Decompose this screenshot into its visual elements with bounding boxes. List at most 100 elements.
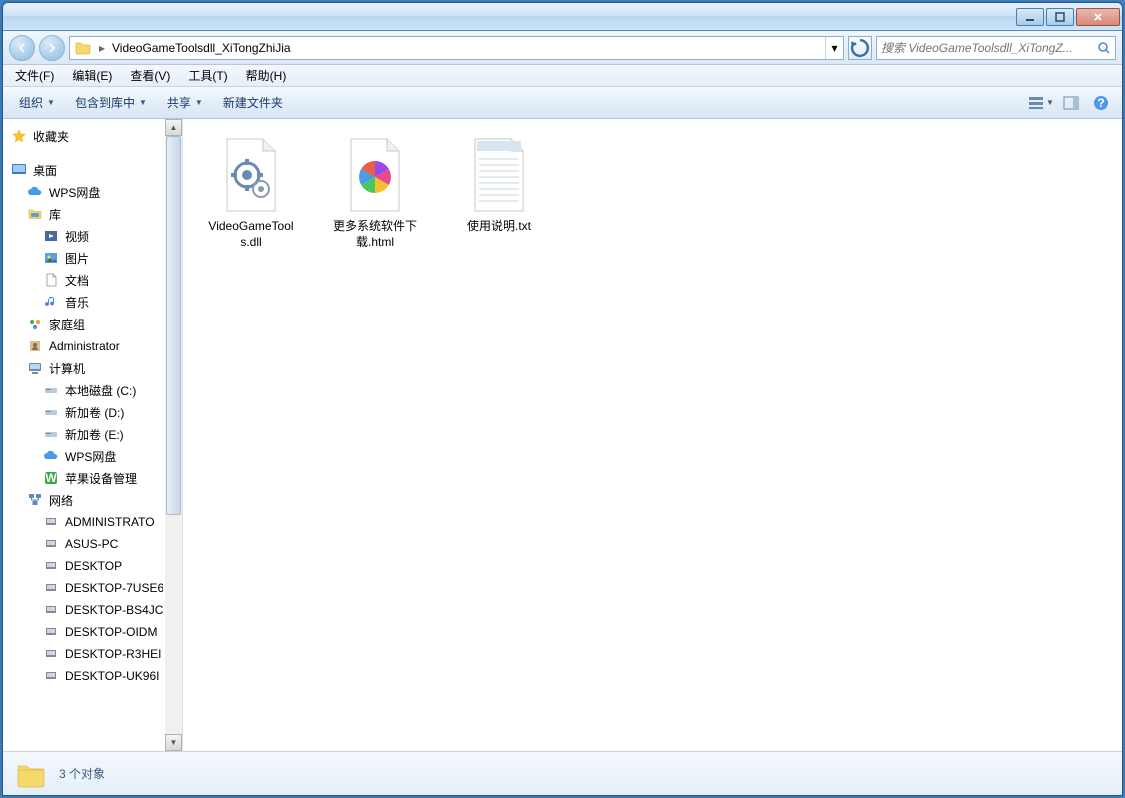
refresh-button[interactable]: [848, 36, 872, 60]
back-button[interactable]: [9, 35, 35, 61]
pc-icon: [43, 536, 59, 552]
menubar: 文件(F) 编辑(E) 查看(V) 工具(T) 帮助(H): [3, 65, 1122, 87]
minimize-button[interactable]: [1016, 8, 1044, 26]
content-area: 收藏夹 桌面 WPS网盘 库 视频: [3, 119, 1122, 751]
sidebar-network-pc[interactable]: DESKTOP: [3, 555, 163, 577]
html-file-icon: [335, 135, 415, 215]
address-dropdown[interactable]: ▾: [825, 37, 843, 59]
breadcrumb-separator[interactable]: ▸: [96, 37, 108, 59]
sidebar-item-label: 本地磁盘 (C:): [65, 382, 136, 399]
sidebar-item-label: WPS网盘: [65, 448, 116, 465]
sidebar-item-label: 家庭组: [49, 316, 85, 333]
sidebar-network-pc[interactable]: DESKTOP-UK96I: [3, 665, 163, 687]
sidebar-item-label: DESKTOP-7USE6: [65, 581, 163, 595]
music-icon: [43, 294, 59, 310]
sidebar-item-label: 库: [49, 206, 61, 223]
sidebar-item-label: DESKTOP-OIDM: [65, 625, 157, 639]
help-button[interactable]: ?: [1088, 91, 1114, 115]
sidebar-item-label: DESKTOP-R3HEI: [65, 647, 161, 661]
pc-icon: [43, 558, 59, 574]
file-item-html[interactable]: 更多系统软件下载.html: [327, 131, 423, 254]
sidebar-item-label: 新加卷 (D:): [65, 404, 124, 421]
sidebar-item-label: 苹果设备管理: [65, 470, 137, 487]
sidebar-network-pc[interactable]: DESKTOP-OIDM: [3, 621, 163, 643]
menu-file[interactable]: 文件(F): [7, 65, 62, 86]
file-item-txt[interactable]: 使用说明.txt: [451, 131, 547, 239]
document-icon: [43, 272, 59, 288]
pc-icon: [43, 514, 59, 530]
navigation-pane: 收藏夹 桌面 WPS网盘 库 视频: [3, 119, 183, 751]
pc-icon: [43, 668, 59, 684]
sidebar-item-network[interactable]: 网络: [3, 489, 163, 511]
address-bar[interactable]: ▸ VideoGameToolsdll_XiTongZhiJia ▾: [69, 36, 844, 60]
view-options-button[interactable]: ▼: [1028, 91, 1054, 115]
sidebar-item-label: 图片: [65, 250, 89, 267]
sidebar-item-administrator[interactable]: Administrator: [3, 335, 163, 357]
sidebar-item-drive-e[interactable]: 新加卷 (E:): [3, 423, 163, 445]
maximize-button[interactable]: [1046, 8, 1074, 26]
sidebar-desktop[interactable]: 桌面: [3, 159, 163, 181]
sidebar-item-homegroup[interactable]: 家庭组: [3, 313, 163, 335]
explorer-window: ▸ VideoGameToolsdll_XiTongZhiJia ▾ 文件(F)…: [2, 2, 1123, 796]
sidebar-network-pc[interactable]: DESKTOP-BS4JC: [3, 599, 163, 621]
scroll-thumb[interactable]: [166, 136, 181, 515]
sidebar-item-label: 新加卷 (E:): [65, 426, 124, 443]
drive-icon: [43, 404, 59, 420]
titlebar[interactable]: [3, 3, 1122, 31]
include-in-library-button[interactable]: 包含到库中▼: [67, 90, 155, 115]
sidebar-item-library[interactable]: 库: [3, 203, 163, 225]
sidebar-item-drive-d[interactable]: 新加卷 (D:): [3, 401, 163, 423]
scroll-up-button[interactable]: ▲: [165, 119, 182, 136]
share-button[interactable]: 共享▼: [159, 90, 211, 115]
sidebar-item-pictures[interactable]: 图片: [3, 247, 163, 269]
scroll-down-button[interactable]: ▼: [165, 734, 182, 751]
file-list[interactable]: VideoGameTools.dll: [183, 119, 1122, 751]
sidebar-favorites[interactable]: 收藏夹: [3, 125, 163, 147]
forward-button[interactable]: [39, 35, 65, 61]
sidebar-item-label: 文档: [65, 272, 89, 289]
preview-pane-button[interactable]: [1058, 91, 1084, 115]
star-icon: [11, 128, 27, 144]
dll-file-icon: [211, 135, 291, 215]
sidebar-item-wps-drive[interactable]: WPS网盘: [3, 445, 163, 467]
sidebar-network-pc[interactable]: ASUS-PC: [3, 533, 163, 555]
pc-icon: [43, 646, 59, 662]
organize-button[interactable]: 组织▼: [11, 90, 63, 115]
search-input[interactable]: [881, 41, 1097, 55]
drive-icon: [43, 426, 59, 442]
sidebar-item-drive-c[interactable]: 本地磁盘 (C:): [3, 379, 163, 401]
cloud-icon: [27, 184, 43, 200]
sidebar-item-apple-device[interactable]: W 苹果设备管理: [3, 467, 163, 489]
menu-view[interactable]: 查看(V): [122, 65, 178, 86]
pc-icon: [43, 580, 59, 596]
sidebar-item-documents[interactable]: 文档: [3, 269, 163, 291]
sidebar-item-label: DESKTOP-BS4JC: [65, 603, 163, 617]
library-icon: [27, 206, 43, 222]
sidebar-item-video[interactable]: 视频: [3, 225, 163, 247]
toolbar: 组织▼ 包含到库中▼ 共享▼ 新建文件夹 ▼ ?: [3, 87, 1122, 119]
svg-text:W: W: [45, 471, 57, 485]
sidebar-item-music[interactable]: 音乐: [3, 291, 163, 313]
new-folder-button[interactable]: 新建文件夹: [215, 90, 291, 115]
search-box[interactable]: [876, 36, 1116, 60]
breadcrumb-segment[interactable]: VideoGameToolsdll_XiTongZhiJia: [108, 41, 295, 55]
pc-icon: [43, 602, 59, 618]
picture-icon: [43, 250, 59, 266]
menu-edit[interactable]: 编辑(E): [64, 65, 120, 86]
sidebar-item-wps[interactable]: WPS网盘: [3, 181, 163, 203]
menu-help[interactable]: 帮助(H): [238, 65, 295, 86]
file-label: 使用说明.txt: [467, 219, 531, 235]
pc-icon: [43, 624, 59, 640]
sidebar-item-label: 收藏夹: [33, 128, 69, 145]
sidebar-item-computer[interactable]: 计算机: [3, 357, 163, 379]
sidebar-scrollbar[interactable]: ▲ ▼: [165, 119, 182, 751]
file-item-dll[interactable]: VideoGameTools.dll: [203, 131, 299, 254]
sidebar-network-pc[interactable]: DESKTOP-R3HEI: [3, 643, 163, 665]
sidebar-network-pc[interactable]: ADMINISTRATO: [3, 511, 163, 533]
status-text: 3 个对象: [59, 765, 105, 782]
menu-tools[interactable]: 工具(T): [180, 65, 235, 86]
sidebar-item-label: WPS网盘: [49, 184, 100, 201]
folder-icon: [15, 758, 47, 790]
sidebar-network-pc[interactable]: DESKTOP-7USE6: [3, 577, 163, 599]
close-button[interactable]: [1076, 8, 1120, 26]
